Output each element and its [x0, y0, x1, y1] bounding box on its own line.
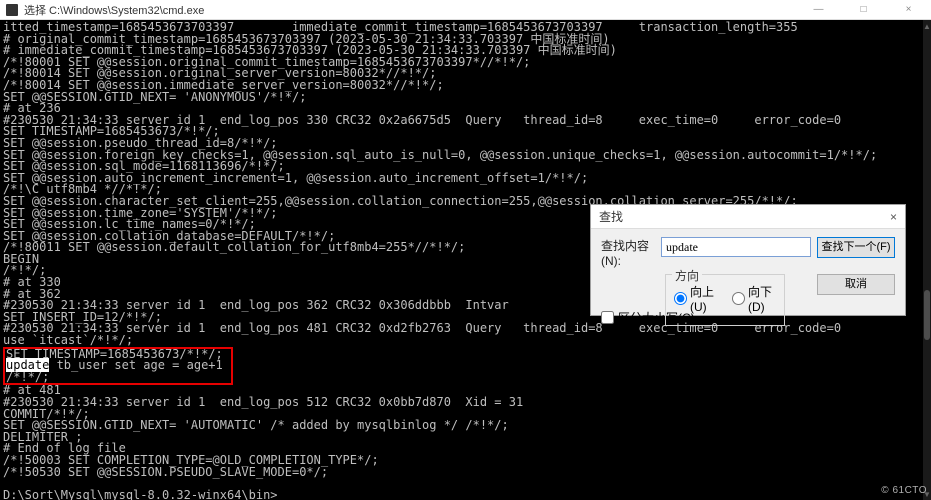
close-button[interactable]: × — [886, 0, 931, 19]
window-title: 选择 C:\Windows\System32\cmd.exe — [24, 2, 796, 18]
direction-legend: 方向 — [672, 267, 702, 284]
radio-down-input[interactable] — [732, 292, 745, 305]
radio-up-label: 向上(U) — [690, 283, 718, 314]
radio-down[interactable]: 向下(D) — [732, 283, 776, 314]
scroll-up-icon[interactable]: ▲ — [923, 20, 931, 32]
find-dialog: 查找 × 查找内容(N): 查找下一个(F) 方向 向上(U) 向下(D) 取消… — [590, 204, 906, 316]
window-controls: — □ × — [796, 0, 931, 19]
find-label: 查找内容(N): — [601, 237, 655, 268]
radio-down-label: 向下(D) — [748, 283, 776, 314]
dialog-close-button[interactable]: × — [890, 210, 897, 224]
cmd-icon — [6, 4, 18, 16]
match-case-checkbox[interactable] — [601, 311, 614, 324]
find-next-button[interactable]: 查找下一个(F) — [817, 237, 895, 258]
find-input[interactable] — [661, 237, 811, 257]
cancel-button[interactable]: 取消 — [817, 274, 895, 295]
maximize-button[interactable]: □ — [841, 0, 886, 19]
dialog-titlebar[interactable]: 查找 × — [591, 205, 905, 229]
radio-up[interactable]: 向上(U) — [674, 283, 718, 314]
dialog-body: 查找内容(N): 查找下一个(F) 方向 向上(U) 向下(D) 取消 区分大小… — [591, 229, 905, 334]
radio-up-input[interactable] — [674, 292, 687, 305]
dialog-title: 查找 — [599, 208, 890, 225]
terminal-scrollbar[interactable]: ▲ ▼ — [923, 20, 931, 500]
scrollbar-thumb[interactable] — [924, 290, 930, 340]
watermark: © 61CTO — [881, 485, 927, 496]
minimize-button[interactable]: — — [796, 0, 841, 19]
direction-fieldset: 方向 向上(U) 向下(D) — [665, 274, 785, 326]
window-titlebar: 选择 C:\Windows\System32\cmd.exe — □ × — [0, 0, 931, 20]
